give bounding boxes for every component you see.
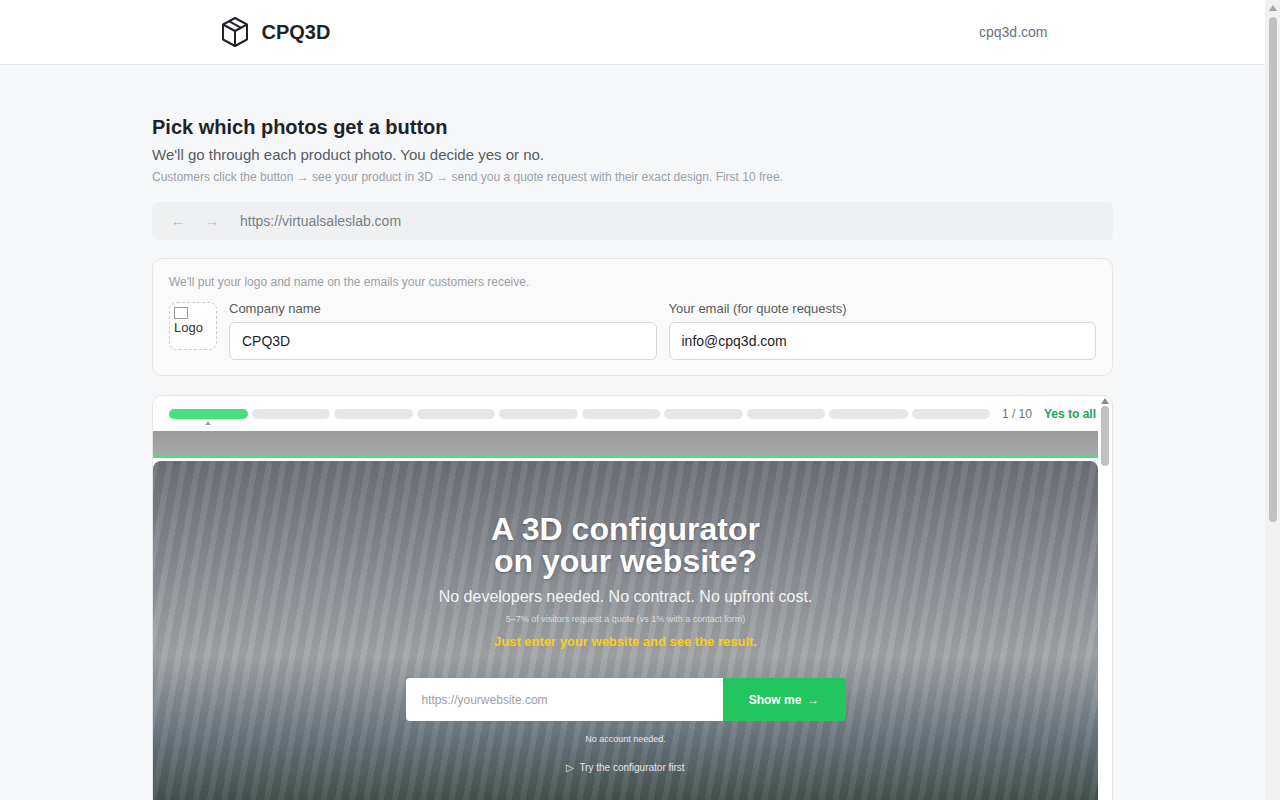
progress-step[interactable] <box>169 409 248 419</box>
email-field: Your email (for quote requests) <box>669 300 1097 360</box>
progress-step[interactable] <box>747 409 826 419</box>
broken-image-icon <box>174 307 188 319</box>
url: https://virtualsaleslab.com <box>240 213 401 229</box>
progress-step[interactable] <box>664 409 743 419</box>
photo-main: 1 / 10 Yes to all A 3D configurator on y… <box>153 396 1098 800</box>
branding-note: We'll put your logo and name on the emai… <box>169 274 1096 290</box>
brand-name: CPQ3D <box>262 21 331 44</box>
header-inner: CPQ3D cpq3d.com <box>218 0 1048 64</box>
progress-step[interactable] <box>334 409 413 419</box>
footnote: No account needed. <box>585 733 666 745</box>
url-bar: ← → https://virtualsaleslab.com <box>152 202 1113 240</box>
site-link[interactable]: cpq3d.com <box>979 24 1047 40</box>
company-input[interactable] <box>229 322 657 360</box>
scroll-thumb[interactable] <box>1101 406 1109 466</box>
page: CPQ3D cpq3d.com Pick which photos get a … <box>0 0 1265 800</box>
page-title: Pick which photos get a button <box>152 114 1113 140</box>
arrow-icon: → <box>807 693 819 707</box>
progress-step[interactable] <box>582 409 661 419</box>
inner-scrollbar[interactable] <box>1098 396 1112 800</box>
note: Customers click the button → see your pr… <box>152 169 1113 185</box>
button-label: Show me <box>749 693 802 707</box>
window: CPQ3D cpq3d.com Pick which photos get a … <box>0 0 1280 800</box>
progress-step[interactable] <box>252 409 331 419</box>
back-button[interactable]: ← <box>168 213 188 229</box>
up-arrow-icon <box>1101 398 1109 404</box>
cube-icon <box>220 16 250 48</box>
photo-strip <box>153 431 1098 455</box>
website-input[interactable] <box>406 678 723 721</box>
company-field: Company name <box>229 300 657 360</box>
selection-line <box>153 455 1098 458</box>
progress <box>169 409 990 419</box>
website-form: Show me → <box>406 678 846 721</box>
try-label: Try the configurator first <box>579 761 684 775</box>
stat: 5–7% of visitors request a quote (vs 1% … <box>506 613 746 625</box>
logo-alt: Logo <box>174 320 203 335</box>
page-scrollbar[interactable] <box>1265 0 1280 800</box>
progress-step[interactable] <box>499 409 578 419</box>
header: CPQ3D cpq3d.com <box>0 0 1265 65</box>
scroll-up[interactable] <box>1265 0 1280 15</box>
headline: on your website? <box>494 545 757 577</box>
photo-panel: 1 / 10 Yes to all A 3D configurator on y… <box>152 395 1113 800</box>
try-link[interactable]: ▷ Try the configurator first <box>566 761 684 775</box>
main: Pick which photos get a button We'll go … <box>152 65 1113 800</box>
scroll-thumb[interactable] <box>1269 17 1277 522</box>
play-icon: ▷ <box>566 761 574 775</box>
forward-button[interactable]: → <box>202 213 222 229</box>
email-input[interactable] <box>669 322 1097 360</box>
company-label: Company name <box>229 300 657 318</box>
counter: 1 / 10 <box>1002 407 1032 421</box>
branding-row: Logo Company name Your email (for quote … <box>169 300 1096 360</box>
yes-to-all-button[interactable]: Yes to all <box>1044 407 1096 421</box>
show-me-button[interactable]: Show me → <box>723 678 846 721</box>
logo-upload[interactable]: Logo <box>169 302 217 350</box>
caret-icon <box>205 421 211 425</box>
brand[interactable]: CPQ3D <box>220 16 331 48</box>
up-arrow-icon <box>1269 5 1277 11</box>
email-label: Your email (for quote requests) <box>669 300 1097 318</box>
progress-step[interactable] <box>912 409 991 419</box>
progress-step[interactable] <box>829 409 908 419</box>
toolbar: 1 / 10 Yes to all <box>153 396 1098 431</box>
tagline: No developers needed. No contract. No up… <box>439 587 813 607</box>
subtitle: We'll go through each product photo. You… <box>152 145 1113 165</box>
progress-step[interactable] <box>417 409 496 419</box>
photo: A 3D configurator on your website? No de… <box>153 461 1098 800</box>
branding-card: We'll put your logo and name on the emai… <box>152 258 1113 376</box>
cta-note: Just enter your website and see the resu… <box>494 633 757 651</box>
headline: A 3D configurator <box>491 513 760 545</box>
